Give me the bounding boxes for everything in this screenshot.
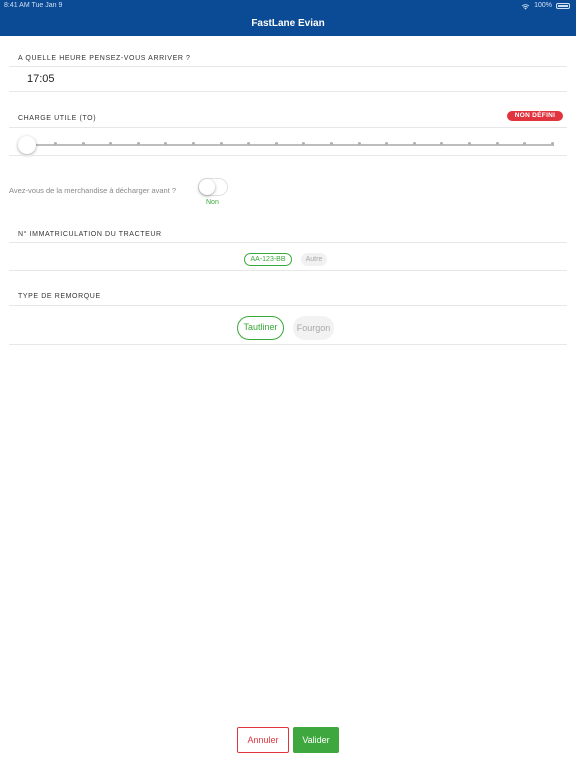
divider: [9, 242, 567, 243]
status-right: 100%: [521, 0, 570, 12]
slider-tick: [109, 142, 112, 145]
slider-tick: [496, 142, 499, 145]
unload-toggle[interactable]: [198, 178, 228, 196]
slider-tick: [54, 142, 57, 145]
confirm-button[interactable]: Valider: [293, 727, 339, 753]
slider-tick: [302, 142, 305, 145]
slider-tick: [82, 142, 85, 145]
slider-tick: [192, 142, 195, 145]
page-title: FastLane Evian: [251, 18, 325, 29]
slider-tick: [247, 142, 250, 145]
battery-percent: 100%: [534, 2, 552, 9]
tractor-option-other[interactable]: Autre: [301, 253, 327, 266]
slider-tick: [358, 142, 361, 145]
battery-icon: [556, 3, 570, 9]
toggle-knob: [199, 179, 215, 195]
slider-tick: [220, 142, 223, 145]
slider-tick: [275, 142, 278, 145]
arrival-time-field[interactable]: 17:05: [27, 73, 55, 85]
slider-tick: [440, 142, 443, 145]
slider-tick: [164, 142, 167, 145]
status-bar: 8:41 AM Tue Jan 9 100%: [0, 0, 576, 12]
unload-toggle-caption: Non: [206, 199, 219, 206]
cancel-button[interactable]: Annuler: [237, 727, 289, 753]
divider: [9, 127, 567, 128]
tractor-registration-label: N° IMMATRICULATION DU TRACTEUR: [18, 231, 162, 238]
slider-tick: [385, 142, 388, 145]
slider-tick: [551, 142, 554, 145]
divider: [9, 91, 567, 92]
slider-tick: [137, 142, 140, 145]
tractor-option-registration[interactable]: AA-123-BB: [244, 253, 292, 266]
slider-tick: [468, 142, 471, 145]
slider-tick: [330, 142, 333, 145]
payload-label: CHARGE UTILE (TO): [18, 115, 97, 122]
slider-tick: [523, 142, 526, 145]
status-time-date: 8:41 AM Tue Jan 9: [4, 2, 63, 9]
divider: [9, 305, 567, 306]
trailer-type-label: TYPE DE REMORQUE: [18, 293, 101, 300]
divider: [9, 155, 567, 156]
divider: [9, 66, 567, 67]
arrival-time-label: A QUELLE HEURE PENSEZ-VOUS ARRIVER ?: [18, 55, 191, 62]
divider: [9, 344, 567, 345]
trailer-option-fourgon[interactable]: Fourgon: [293, 316, 334, 340]
payload-slider-track[interactable]: [27, 144, 554, 146]
status-badge: NON DÉFINI: [507, 111, 563, 121]
divider: [9, 270, 567, 271]
unload-question: Avez-vous de la merchandise à décharger …: [9, 186, 177, 195]
trailer-option-tautliner[interactable]: Tautliner: [237, 316, 284, 340]
slider-tick: [413, 142, 416, 145]
payload-slider-thumb[interactable]: [18, 136, 36, 154]
wifi-icon: [521, 3, 530, 10]
nav-bar: FastLane Evian: [0, 12, 576, 36]
